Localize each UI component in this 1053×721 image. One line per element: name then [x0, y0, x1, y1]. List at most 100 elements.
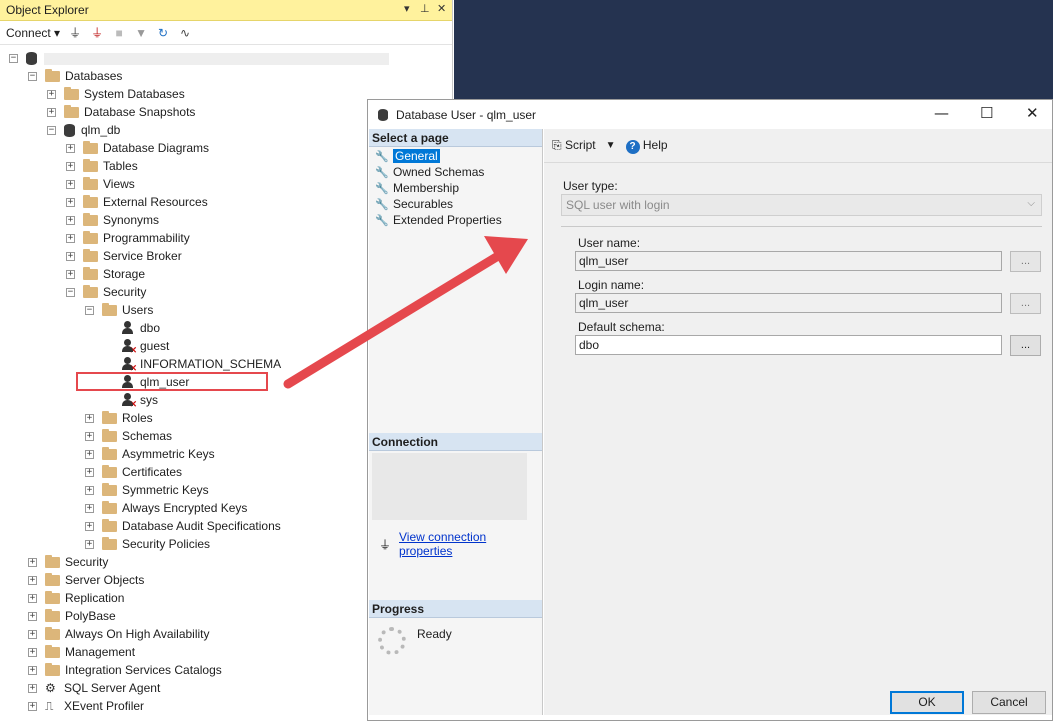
tree-node[interactable]: + ⚙ SQL Server Agent	[28, 679, 160, 697]
page-item-securables[interactable]: 🔧 Securables	[369, 196, 542, 212]
default-schema-browse-button[interactable]: ...	[1010, 335, 1041, 356]
tree-node[interactable]: ✕ guest	[104, 337, 169, 355]
expand-icon[interactable]: +	[85, 539, 94, 549]
tree-node[interactable]: dbo	[104, 319, 160, 337]
page-item-extended-properties[interactable]: 🔧 Extended Properties	[369, 212, 542, 228]
tree-node[interactable]: + Tables	[66, 157, 138, 175]
expand-icon[interactable]: +	[85, 431, 94, 441]
tree-node[interactable]: − Security	[66, 283, 146, 301]
expand-icon[interactable]: +	[85, 413, 94, 423]
expand-icon[interactable]: +	[28, 647, 37, 657]
tree-node[interactable]: + Programmability	[66, 229, 190, 247]
tree-node[interactable]: + Synonyms	[66, 211, 159, 229]
page-item-owned-schemas[interactable]: 🔧 Owned Schemas	[369, 164, 542, 180]
expand-icon[interactable]: +	[28, 575, 37, 585]
user-type-select[interactable]: SQL user with login ⌵	[561, 194, 1042, 216]
tree-node[interactable]: ✕ sys	[104, 391, 158, 409]
user-name-browse-button[interactable]: ...	[1010, 251, 1041, 272]
expand-icon[interactable]: +	[66, 161, 75, 171]
collapse-icon[interactable]: −	[47, 125, 56, 135]
filter-icon[interactable]: ▼	[134, 26, 148, 40]
user-name-field[interactable]: qlm_user	[575, 251, 1002, 271]
expand-icon[interactable]: +	[28, 593, 37, 603]
tree-node[interactable]: + Certificates	[85, 463, 182, 481]
expand-icon[interactable]: +	[66, 143, 75, 153]
close-icon[interactable]: ✕	[437, 2, 446, 15]
disconnect-icon[interactable]: ⏚	[90, 26, 104, 40]
maximize-icon[interactable]: ☐	[980, 104, 993, 122]
tree-node[interactable]: + ⎍ XEvent Profiler	[28, 697, 144, 715]
tree-node[interactable]: + Always Encrypted Keys	[85, 499, 247, 517]
tree-node[interactable]: ✕ INFORMATION_SCHEMA	[104, 355, 281, 373]
collapse-icon[interactable]: −	[85, 305, 94, 315]
expand-icon[interactable]: +	[28, 611, 37, 621]
tree-node[interactable]: + Database Audit Specifications	[85, 517, 281, 535]
tree-node[interactable]: + PolyBase	[28, 607, 116, 625]
tree-node[interactable]: + Always On High Availability	[28, 625, 210, 643]
page-item-general[interactable]: 🔧 General	[369, 148, 542, 164]
expand-icon[interactable]: +	[85, 521, 94, 531]
expand-icon[interactable]: +	[66, 215, 75, 225]
expand-icon[interactable]: +	[66, 233, 75, 243]
expand-icon[interactable]: +	[66, 179, 75, 189]
connect-button[interactable]: Connect ▾	[6, 26, 60, 40]
expand-icon[interactable]: +	[47, 89, 56, 99]
view-connection-properties[interactable]: ⏚ View connection properties	[379, 530, 542, 558]
tree-node[interactable]: + Service Broker	[66, 247, 182, 265]
expand-icon[interactable]: +	[28, 683, 37, 693]
script-dropdown-icon[interactable]: ▼	[606, 140, 616, 151]
tree-node[interactable]: + External Resources	[66, 193, 208, 211]
tree-node[interactable]: − Users	[85, 301, 153, 319]
expand-icon[interactable]: +	[66, 269, 75, 279]
collapse-icon[interactable]: −	[28, 71, 37, 81]
tree-node[interactable]: + Server Objects	[28, 571, 144, 589]
script-button[interactable]: ⎘ Script	[552, 138, 596, 153]
page-item-membership[interactable]: 🔧 Membership	[369, 180, 542, 196]
close-icon[interactable]: ✕	[1026, 104, 1039, 122]
tree-node[interactable]: + Views	[66, 175, 135, 193]
tree-node[interactable]: + System Databases	[47, 85, 185, 103]
help-button[interactable]: ? Help	[625, 138, 668, 154]
collapse-icon[interactable]: −	[66, 287, 75, 297]
view-connection-link[interactable]: View connection properties	[399, 530, 542, 558]
connect-plug-icon[interactable]: ⏚	[68, 26, 82, 40]
tree-node[interactable]: − Databases	[28, 67, 122, 85]
default-schema-field[interactable]: dbo	[575, 335, 1002, 355]
tree-node[interactable]: − qlm_db	[47, 121, 120, 139]
stop-icon[interactable]: ■	[112, 26, 126, 40]
expand-icon[interactable]: +	[85, 503, 94, 513]
tree-node[interactable]: + Symmetric Keys	[85, 481, 209, 499]
dropdown-icon[interactable]: ▾	[404, 2, 410, 15]
activity-monitor-icon[interactable]: ∿	[178, 26, 192, 40]
login-name-browse-button[interactable]: ...	[1010, 293, 1041, 314]
expand-icon[interactable]: +	[28, 629, 37, 639]
tree-node[interactable]: + Storage	[66, 265, 145, 283]
expand-icon[interactable]: +	[85, 449, 94, 459]
tree-node[interactable]: + Roles	[85, 409, 153, 427]
tree-node[interactable]: + Schemas	[85, 427, 172, 445]
cancel-button[interactable]: Cancel	[972, 691, 1046, 714]
tree-node[interactable]: + Integration Services Catalogs	[28, 661, 222, 679]
tree-node[interactable]: + Replication	[28, 589, 124, 607]
tree-node[interactable]: + Database Snapshots	[47, 103, 195, 121]
tree-node[interactable]: + Management	[28, 643, 135, 661]
minimize-icon[interactable]: —	[934, 104, 949, 122]
expand-icon[interactable]: +	[28, 701, 37, 711]
collapse-icon[interactable]: −	[9, 53, 18, 63]
expand-icon[interactable]: +	[66, 197, 75, 207]
expand-icon[interactable]: +	[28, 665, 37, 675]
tree-node[interactable]: + Security Policies	[85, 535, 210, 553]
pin-icon[interactable]: ⊥	[420, 2, 430, 15]
refresh-icon[interactable]: ↻	[156, 26, 170, 40]
expand-icon[interactable]: +	[47, 107, 56, 117]
expand-icon[interactable]: +	[85, 485, 94, 495]
expand-icon[interactable]: +	[66, 251, 75, 261]
login-name-field[interactable]: qlm_user	[575, 293, 1002, 313]
tree-node[interactable]: + Asymmetric Keys	[85, 445, 215, 463]
tree-node[interactable]: + Security	[28, 553, 108, 571]
tree-node[interactable]: −	[9, 49, 43, 67]
ok-button[interactable]: OK	[890, 691, 964, 714]
expand-icon[interactable]: +	[85, 467, 94, 477]
expand-icon[interactable]: +	[28, 557, 37, 567]
tree-node[interactable]: + Database Diagrams	[66, 139, 209, 157]
